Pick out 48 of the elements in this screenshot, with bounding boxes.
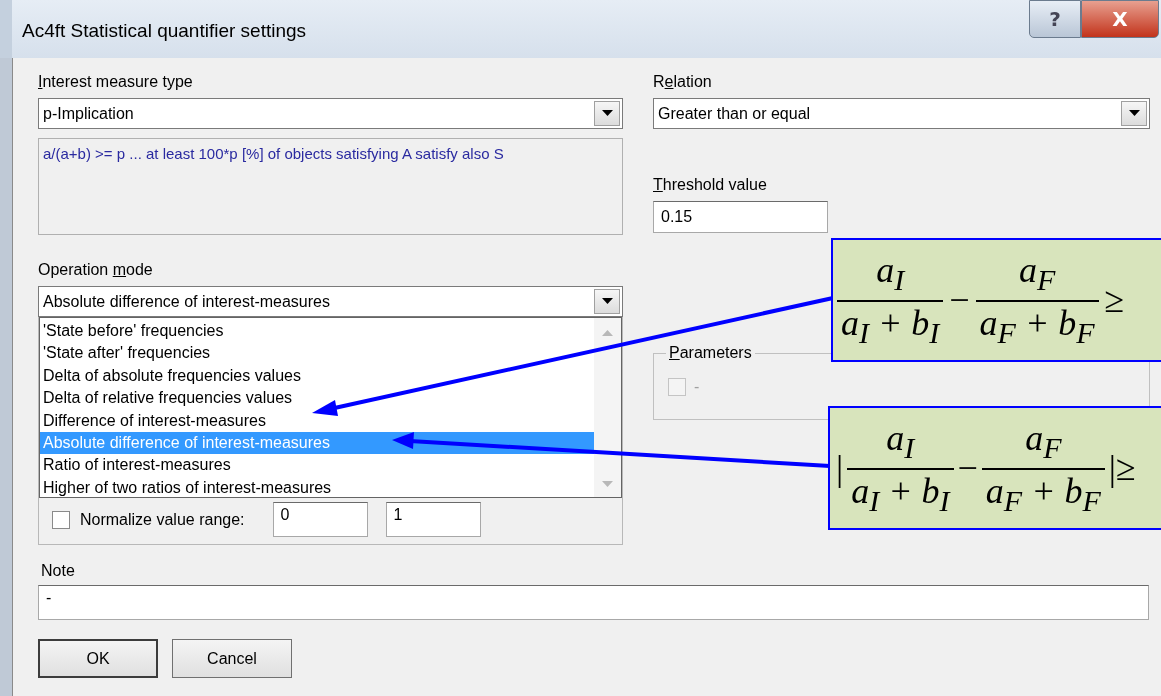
list-item[interactable]: Higher of two ratios of interest-measures <box>40 476 594 500</box>
list-item[interactable]: Delta of absolute frequencies values <box>40 364 594 388</box>
list-item[interactable]: 'State before' frequencies <box>40 320 594 343</box>
field-label: Operation mode <box>38 260 154 280</box>
list-item[interactable]: 'State after' frequencies <box>40 342 594 365</box>
description-text: a/(a+b) >= p ... at least 100*p [%] of objects satisfying A satisfy also S <box>43 145 504 162</box>
input-field[interactable]: 1 <box>385 502 481 537</box>
checkbox-label: - <box>694 378 700 396</box>
input-field[interactable]: - <box>38 585 1149 620</box>
numerator: a$_{I}$ <box>837 250 944 302</box>
scrollbar[interactable] <box>594 318 621 497</box>
checkbox-label: Normalize value range: <box>80 510 245 529</box>
field-label: Threshold value <box>653 175 768 195</box>
formula-symbol: ≥ <box>1104 279 1125 321</box>
list-item[interactable]: Delta of relative frequencies values <box>40 387 594 410</box>
window-title: Ac4ft Statistical quantifier settings <box>21 19 307 42</box>
dropdown-arrow-icon <box>601 110 613 117</box>
denominator: a$_{F}$ + b$_{F}$ <box>979 302 1095 350</box>
group-title: Parameters <box>666 343 755 363</box>
field-label: Relation <box>653 72 713 92</box>
field-label: Note <box>40 561 76 581</box>
list-item[interactable]: Ratio of interest-measures <box>40 454 594 477</box>
numerator: a$_{I}$ <box>847 418 954 470</box>
denominator: a$_{I}$ + b$_{I}$ <box>851 470 950 518</box>
help-button[interactable]: ? <box>1029 0 1081 38</box>
dropdown[interactable]: p-Implication <box>38 98 623 129</box>
input-field[interactable]: 0 <box>272 502 368 537</box>
formula-symbol: − <box>957 447 978 489</box>
formula-symbol: | <box>836 447 844 489</box>
denominator: a$_{F}$ + b$_{F}$ <box>985 470 1101 518</box>
dialog-button[interactable]: OK <box>38 639 158 678</box>
dropdown[interactable]: Greater than or equal <box>653 98 1150 129</box>
dropdown[interactable]: Absolute difference of interest-measures <box>38 286 623 317</box>
formula-symbol: − <box>949 279 970 321</box>
dialog-button[interactable]: Cancel <box>172 639 292 678</box>
field-label: Interest measure type <box>38 72 194 92</box>
scroll-down-icon[interactable] <box>602 481 613 487</box>
scroll-up-icon[interactable] <box>602 330 613 336</box>
formula-symbol: |≥ <box>1108 447 1136 489</box>
list-item[interactable]: Difference of interest-measures <box>40 409 594 432</box>
numerator: a$_{F}$ <box>981 418 1105 470</box>
dropdown-arrow-icon <box>601 298 613 305</box>
close-button[interactable]: X <box>1081 0 1159 38</box>
input-field[interactable]: 0.15 <box>653 201 828 233</box>
checkbox[interactable] <box>52 510 70 529</box>
denominator: a$_{I}$ + b$_{I}$ <box>841 302 940 350</box>
dropdown-arrow-icon <box>1128 110 1140 117</box>
numerator: a$_{F}$ <box>975 250 1099 302</box>
